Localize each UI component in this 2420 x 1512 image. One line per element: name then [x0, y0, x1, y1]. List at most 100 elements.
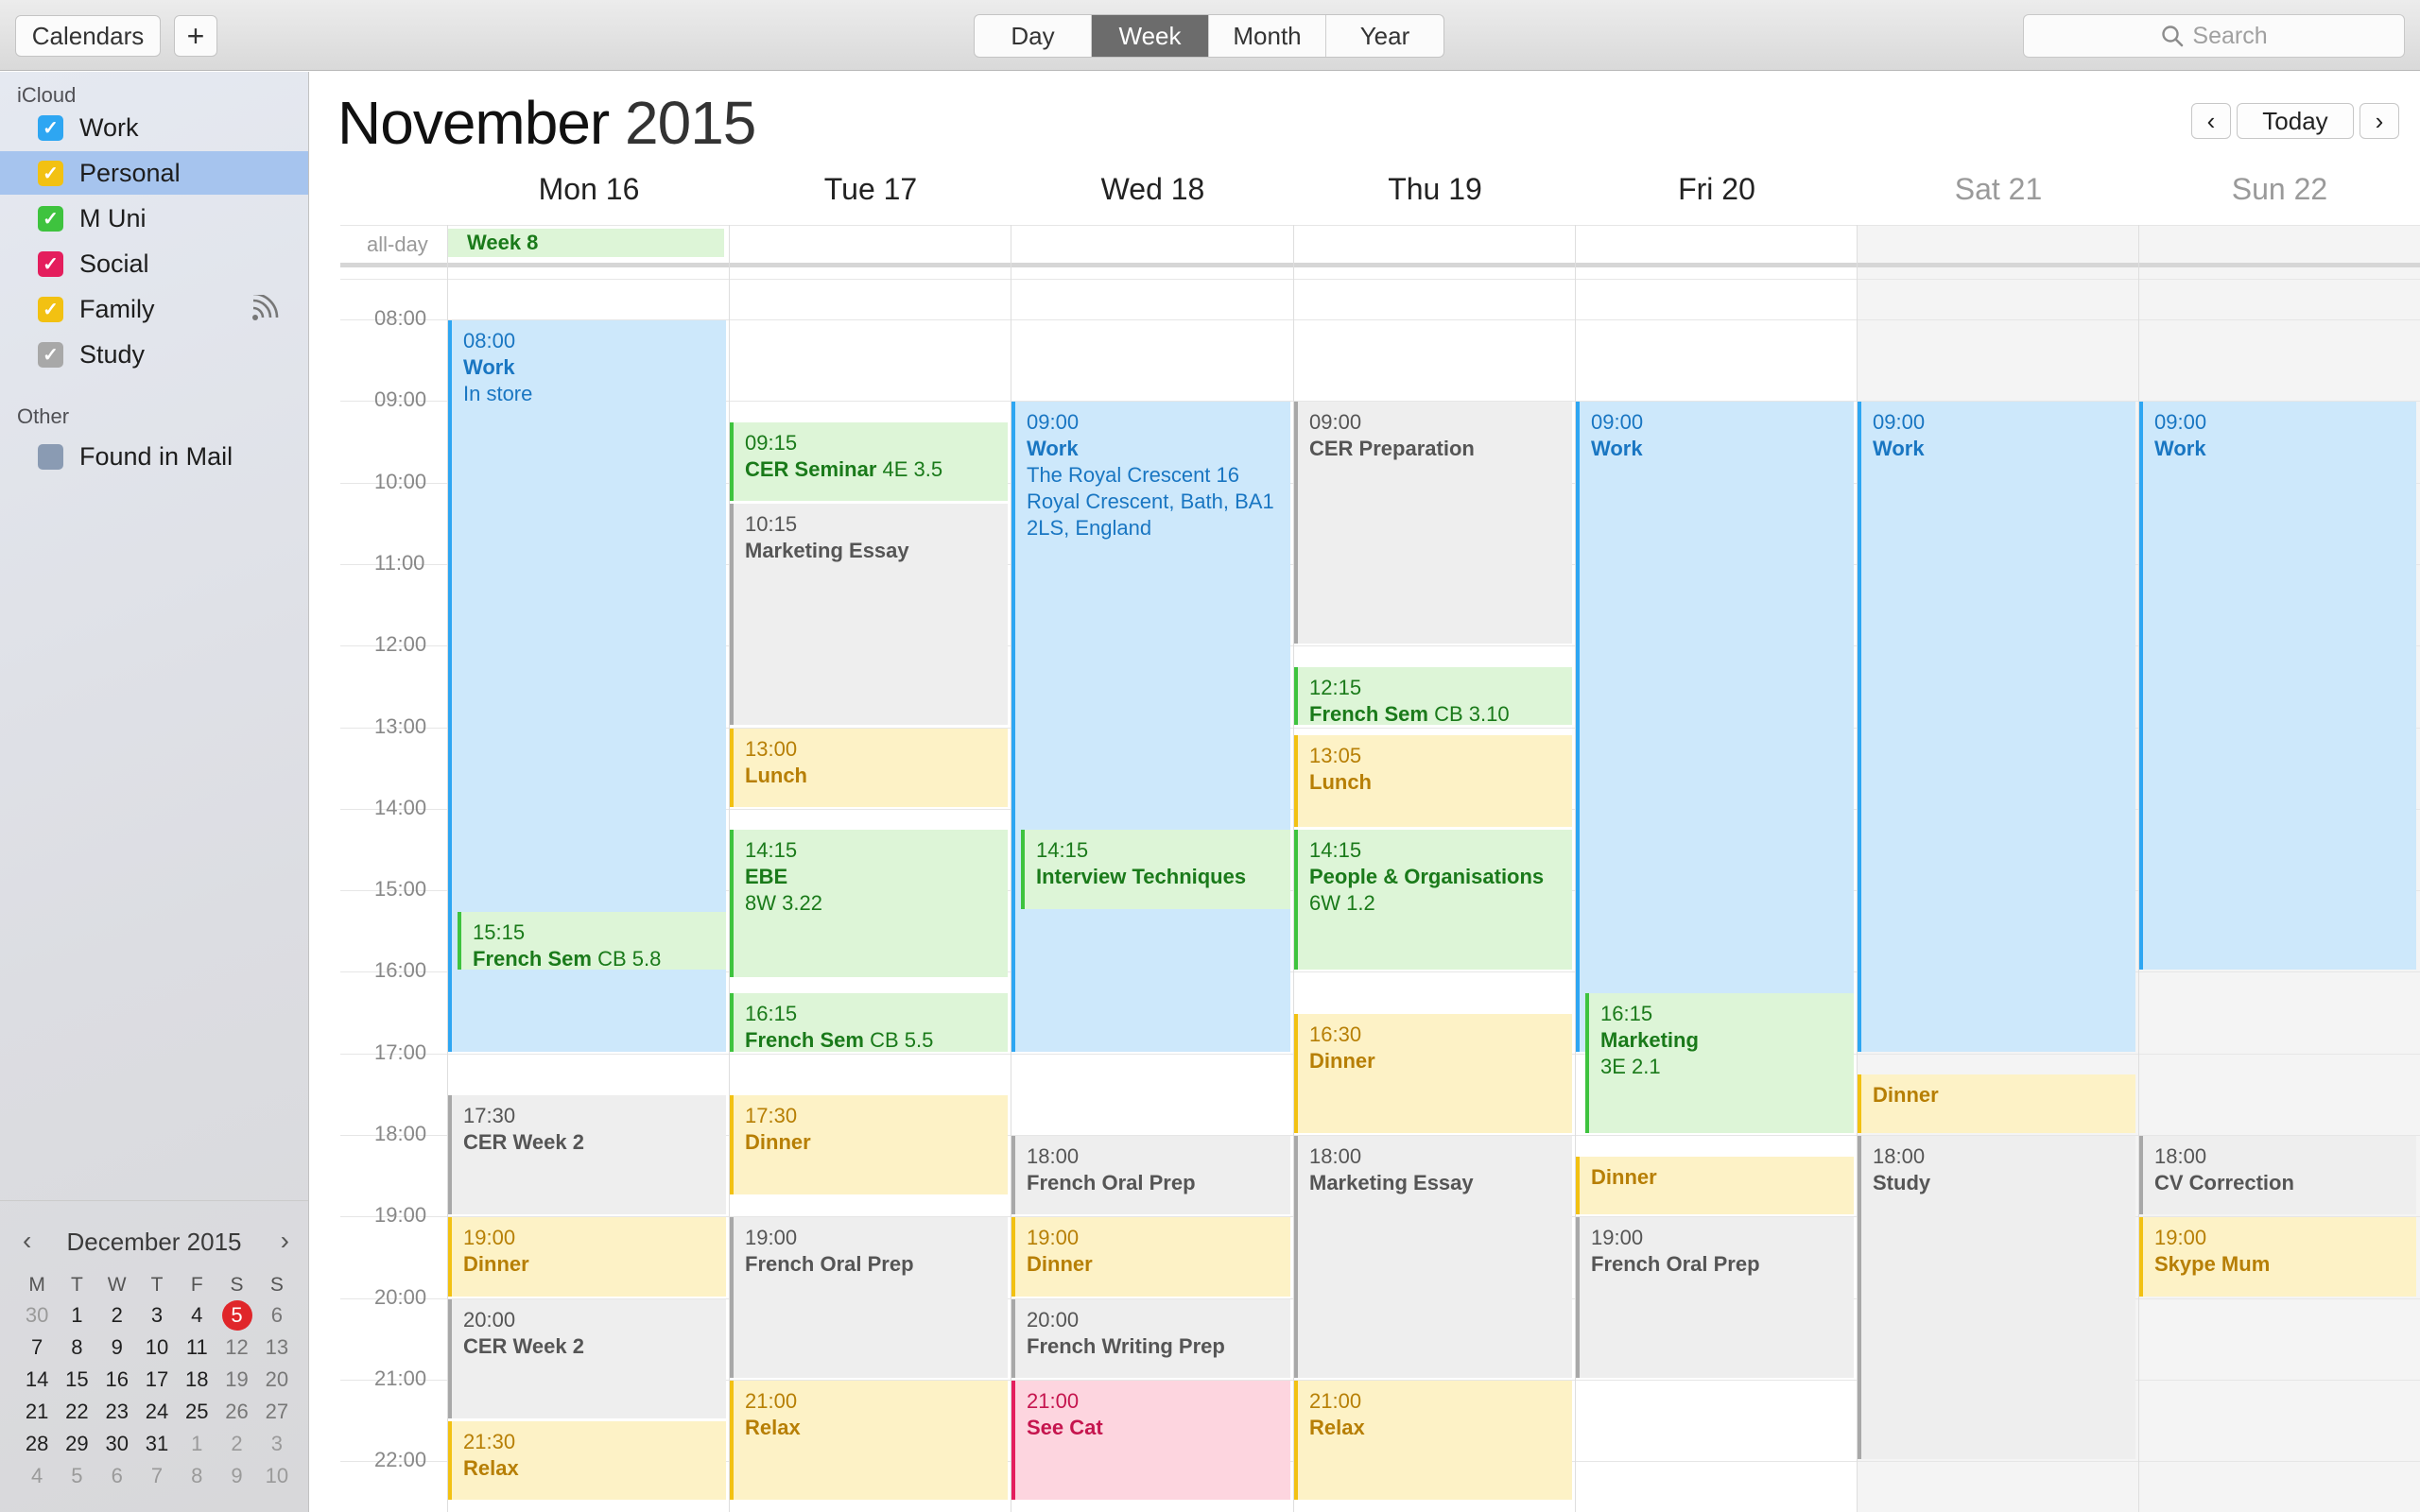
view-month-button[interactable]: Month	[1209, 15, 1326, 57]
sidebar-item-m-uni[interactable]: ✓ M Uni	[0, 197, 308, 240]
mini-calendar-day[interactable]: 4	[17, 1460, 57, 1492]
sidebar-item-personal[interactable]: ✓ Personal	[0, 151, 308, 195]
calendar-event[interactable]: 13:05 Lunch	[1294, 734, 1572, 828]
calendar-event[interactable]: 09:00 Work The Royal Crescent 16 Royal Cre…	[1011, 402, 1290, 1052]
sidebar-item-work[interactable]: ✓ Work	[0, 106, 308, 149]
mini-calendar-day[interactable]: 3	[137, 1299, 177, 1332]
mini-calendar-day[interactable]: 2	[216, 1428, 256, 1460]
mini-calendar-day[interactable]: 26	[216, 1396, 256, 1428]
calendar-event[interactable]: 16:15 French Sem CB 5.5	[730, 992, 1008, 1052]
checkbox-icon[interactable]	[38, 443, 63, 470]
mini-calendar-day[interactable]: 8	[177, 1460, 216, 1492]
mini-calendar-day[interactable]: 25	[177, 1396, 216, 1428]
calendar-event[interactable]: 14:15 EBE 8W 3.22	[730, 830, 1008, 977]
mini-calendar-day[interactable]: 31	[137, 1428, 177, 1460]
mini-calendar-day[interactable]: 19	[216, 1364, 256, 1396]
previous-week-icon[interactable]: ‹	[2191, 103, 2231, 139]
calendar-event[interactable]: 18:00 Study	[1858, 1136, 2135, 1460]
mini-calendar-day[interactable]: 15	[57, 1364, 96, 1396]
calendar-event[interactable]: 18:00 Marketing Essay	[1294, 1136, 1572, 1378]
mini-calendar-day[interactable]: 2	[97, 1299, 137, 1332]
next-week-icon[interactable]: ›	[2360, 103, 2399, 139]
view-year-button[interactable]: Year	[1326, 15, 1443, 57]
mini-calendar-day[interactable]: 7	[17, 1332, 57, 1364]
mini-calendar-day[interactable]: 29	[57, 1428, 96, 1460]
calendar-event[interactable]: 16:15 Marketing 3E 2.1	[1585, 992, 1854, 1133]
mini-calendar-day[interactable]: 5	[57, 1460, 96, 1492]
calendar-event[interactable]: 09:00 CER Preparation	[1294, 402, 1572, 644]
sidebar-item-social[interactable]: ✓ Social	[0, 242, 308, 285]
mini-calendar-day[interactable]: 10	[137, 1332, 177, 1364]
calendar-event[interactable]: 19:00 Dinner	[448, 1217, 726, 1297]
mini-calendar-day[interactable]: 27	[257, 1396, 297, 1428]
mini-calendar-day[interactable]: 16	[97, 1364, 137, 1396]
sidebar-item-family[interactable]: ✓ Family	[0, 287, 308, 331]
all-day-event[interactable]: Week 8	[448, 229, 724, 257]
calendar-event[interactable]: 17:30 CER Week 2	[448, 1094, 726, 1215]
calendar-event[interactable]: 19:00 French Oral Prep	[730, 1217, 1008, 1378]
day-header[interactable]: Wed 18	[1011, 172, 1294, 207]
today-button[interactable]: Today	[2237, 103, 2354, 139]
mini-calendar-day[interactable]: 3	[257, 1428, 297, 1460]
mini-calendar-day[interactable]: 12	[216, 1332, 256, 1364]
calendar-event[interactable]: 09:00 Work	[1576, 402, 1854, 1052]
mini-calendar-day[interactable]: 9	[216, 1460, 256, 1492]
mini-calendar-day[interactable]: 20	[257, 1364, 297, 1396]
calendar-event[interactable]: 14:15 People & Organisations 6W 1.2	[1294, 830, 1572, 971]
calendar-event[interactable]: 12:15 French Sem CB 3.10	[1294, 666, 1572, 726]
calendar-event[interactable]: 10:15 Marketing Essay	[730, 504, 1008, 726]
search-input[interactable]: Search	[2023, 14, 2405, 58]
calendar-event[interactable]: 15:15 French Sem CB 5.8	[458, 911, 726, 971]
day-header[interactable]: Fri 20	[1576, 172, 1858, 207]
mini-calendar-day[interactable]: 23	[97, 1396, 137, 1428]
calendar-event[interactable]: 20:00 French Writing Prep	[1011, 1298, 1290, 1378]
mini-calendar-day[interactable]: 18	[177, 1364, 216, 1396]
mini-calendar-day[interactable]: 5	[216, 1299, 256, 1332]
calendar-event[interactable]: 13:00 Lunch	[730, 728, 1008, 807]
calendar-event[interactable]: 09:00 Work	[1858, 402, 2135, 1052]
day-header[interactable]: Tue 17	[730, 172, 1011, 207]
calendar-event[interactable]: 21:30 Relax	[448, 1421, 726, 1501]
mini-calendar-day[interactable]: 6	[257, 1299, 297, 1332]
checkbox-checked-icon[interactable]: ✓	[38, 250, 63, 277]
calendar-event[interactable]: 19:00 Dinner	[1011, 1217, 1290, 1297]
mini-calendar-day[interactable]: 4	[177, 1299, 216, 1332]
calendar-event[interactable]: 20:00 CER Week 2	[448, 1298, 726, 1419]
calendar-event[interactable]: 09:15 CER Seminar 4E 3.5	[730, 421, 1008, 502]
mini-calendar-next-icon[interactable]: ›	[281, 1226, 289, 1256]
mini-calendar-day[interactable]: 21	[17, 1396, 57, 1428]
mini-calendar-day[interactable]: 8	[57, 1332, 96, 1364]
day-header[interactable]: Sat 21	[1858, 172, 2139, 207]
checkbox-checked-icon[interactable]: ✓	[38, 205, 63, 232]
sidebar-item-study[interactable]: ✓ Study	[0, 333, 308, 376]
day-header[interactable]: Sun 22	[2139, 172, 2420, 207]
calendar-event[interactable]: Dinner	[1858, 1074, 2135, 1133]
mini-calendar-day[interactable]: 14	[17, 1364, 57, 1396]
mini-calendar-day[interactable]: 28	[17, 1428, 57, 1460]
checkbox-checked-icon[interactable]: ✓	[38, 114, 63, 141]
calendar-event[interactable]: 21:00 See Cat	[1011, 1380, 1290, 1501]
view-week-button[interactable]: Week	[1092, 15, 1209, 57]
mini-calendar-day[interactable]: 7	[137, 1460, 177, 1492]
calendar-event[interactable]: 18:00 CV Correction	[2139, 1136, 2416, 1215]
checkbox-checked-icon[interactable]: ✓	[38, 160, 63, 186]
mini-calendar-day[interactable]: 13	[257, 1332, 297, 1364]
mini-calendar-day[interactable]: 1	[57, 1299, 96, 1332]
checkbox-checked-icon[interactable]: ✓	[38, 341, 63, 368]
view-day-button[interactable]: Day	[975, 15, 1092, 57]
calendar-event[interactable]: 14:15 Interview Techniques	[1021, 830, 1290, 909]
calendar-event[interactable]: 17:30 Dinner	[730, 1094, 1008, 1194]
day-header[interactable]: Mon 16	[448, 172, 730, 207]
checkbox-checked-icon[interactable]: ✓	[38, 296, 63, 322]
mini-calendar-day[interactable]: 30	[97, 1428, 137, 1460]
sidebar-item-found-in-mail[interactable]: Found in Mail	[0, 435, 308, 478]
add-calendar-button[interactable]: +	[174, 15, 217, 57]
mini-calendar-day[interactable]: 11	[177, 1332, 216, 1364]
mini-calendar-day[interactable]: 24	[137, 1396, 177, 1428]
mini-calendar-day[interactable]: 22	[57, 1396, 96, 1428]
calendar-event[interactable]: 16:30 Dinner	[1294, 1013, 1572, 1133]
mini-calendar-day[interactable]: 9	[97, 1332, 137, 1364]
calendar-event[interactable]: 19:00 French Oral Prep	[1576, 1217, 1854, 1378]
day-header[interactable]: Thu 19	[1294, 172, 1576, 207]
mini-calendar-day[interactable]: 10	[257, 1460, 297, 1492]
